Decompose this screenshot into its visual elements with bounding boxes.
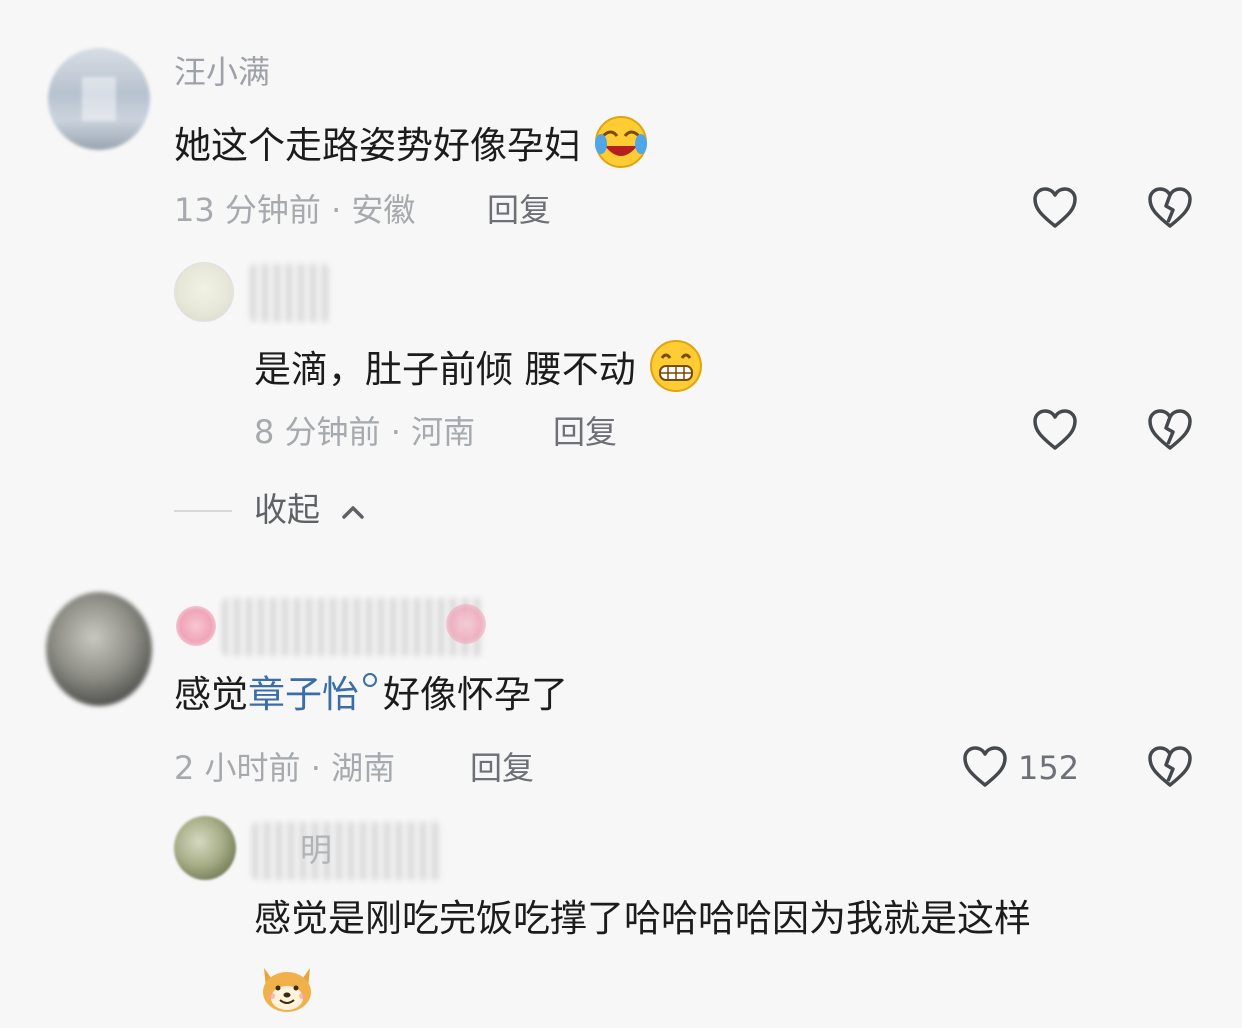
comment-meta: 13 分钟前 · 安徽 [174, 190, 415, 230]
reply-username-fragment[interactable]: 明 [300, 830, 332, 870]
search-icon[interactable] [363, 673, 377, 687]
reply-username-blurred[interactable] [250, 264, 330, 322]
meta-separator: · [331, 191, 352, 229]
username-decoration-flower [446, 604, 486, 644]
avatar[interactable] [174, 262, 234, 322]
shiba-dog-emoji [263, 968, 311, 1012]
reply-time: 8 分钟前 [254, 413, 381, 451]
avatar[interactable] [46, 592, 152, 706]
meta-separator: · [390, 413, 412, 451]
reply-text: 感觉是刚吃完饭吃撑了哈哈哈哈因为我就是这样 [254, 897, 1031, 940]
dislike-broken-heart-icon[interactable] [1147, 408, 1193, 452]
comment-location: 湖南 [331, 749, 396, 787]
collapse-replies-button[interactable]: 收起 [254, 490, 365, 530]
comment-text-content: 她这个走路姿势好像孕妇 [174, 124, 581, 167]
mention-link[interactable]: 章子怡 [248, 673, 359, 716]
dislike-broken-heart-icon[interactable] [1147, 186, 1193, 230]
like-heart-icon[interactable] [1032, 186, 1078, 230]
like-count: 152 [1018, 749, 1080, 787]
comment-meta: 2 小时前 · 湖南 [174, 748, 395, 788]
reply-location: 河南 [411, 413, 476, 451]
reply-button[interactable]: 回复 [470, 748, 534, 788]
like-heart-icon[interactable] [1032, 408, 1078, 452]
collapse-label: 收起 [254, 490, 320, 529]
reply-username-blurred[interactable] [252, 822, 442, 880]
comment-text: 感觉章子怡 好像怀孕了 [174, 672, 568, 718]
comment-text-before: 感觉 [174, 673, 248, 716]
comment-username[interactable]: 汪小满 [174, 52, 270, 92]
reply-text: 是滴，肚子前倾 腰不动 [254, 338, 704, 394]
dislike-broken-heart-icon[interactable] [1147, 745, 1193, 789]
laughing-crying-emoji [594, 116, 647, 168]
grinning-emoji [649, 340, 702, 392]
reply-meta: 8 分钟前 · 河南 [254, 412, 475, 452]
reply-button[interactable]: 回复 [487, 190, 551, 230]
meta-separator: · [310, 749, 332, 787]
comment-text-after: 好像怀孕了 [383, 673, 568, 716]
comment-username-blurred[interactable] [222, 598, 484, 656]
reply-button[interactable]: 回复 [553, 412, 617, 452]
comment-location: 安徽 [351, 191, 416, 229]
comment-text: 她这个走路姿势好像孕妇 [174, 114, 649, 170]
username-decoration-flower [176, 606, 216, 646]
reply-text-content: 是滴，肚子前倾 腰不动 [254, 348, 636, 391]
comment-time: 2 小时前 [174, 749, 301, 787]
avatar[interactable] [48, 48, 150, 150]
chevron-up-icon [341, 505, 364, 519]
avatar[interactable] [174, 816, 236, 880]
comment-time: 13 分钟前 [174, 191, 321, 229]
collapse-divider [174, 510, 232, 512]
like-heart-icon[interactable] [962, 745, 1008, 789]
